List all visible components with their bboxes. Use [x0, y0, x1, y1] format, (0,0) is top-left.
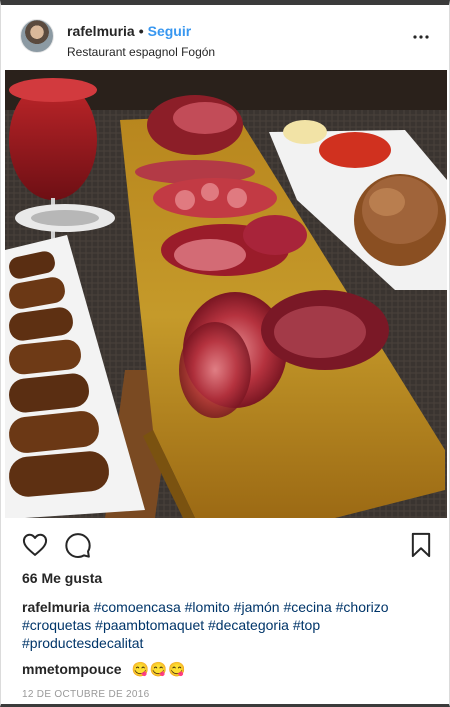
comment-bubble-icon[interactable]: [64, 531, 92, 559]
food-photo-illustration: [5, 70, 447, 518]
post-photo[interactable]: [5, 70, 447, 518]
location-link[interactable]: Restaurant espagnol Fogón: [67, 45, 215, 59]
comment-username[interactable]: mmetompouce: [22, 661, 122, 677]
likes-count[interactable]: 66 Me gusta: [22, 570, 102, 586]
separator-dot: •: [138, 23, 144, 39]
post-date[interactable]: 12 DE OCTUBRE DE 2016: [22, 689, 149, 700]
post-card: rafelmuria • Seguir Restaurant espagnol Fo…: [0, 0, 450, 707]
heart-icon[interactable]: [21, 531, 49, 559]
username-row: rafelmuria • Seguir: [67, 23, 191, 39]
follow-button[interactable]: Seguir: [148, 23, 192, 39]
bookmark-icon[interactable]: [407, 531, 435, 559]
caption: rafelmuria #comoencasa #lomito #jamón #c…: [22, 598, 430, 652]
comment-row: mmetompouce 😋😋😋: [22, 661, 187, 678]
username-link[interactable]: rafelmuria: [67, 23, 135, 39]
more-options-icon[interactable]: [413, 35, 429, 39]
avatar[interactable]: [20, 19, 54, 53]
caption-username[interactable]: rafelmuria: [22, 599, 90, 615]
post-header: rafelmuria • Seguir Restaurant espagnol Fo…: [1, 5, 449, 70]
comment-text: 😋😋😋: [131, 661, 187, 677]
post-actions: [1, 527, 449, 561]
